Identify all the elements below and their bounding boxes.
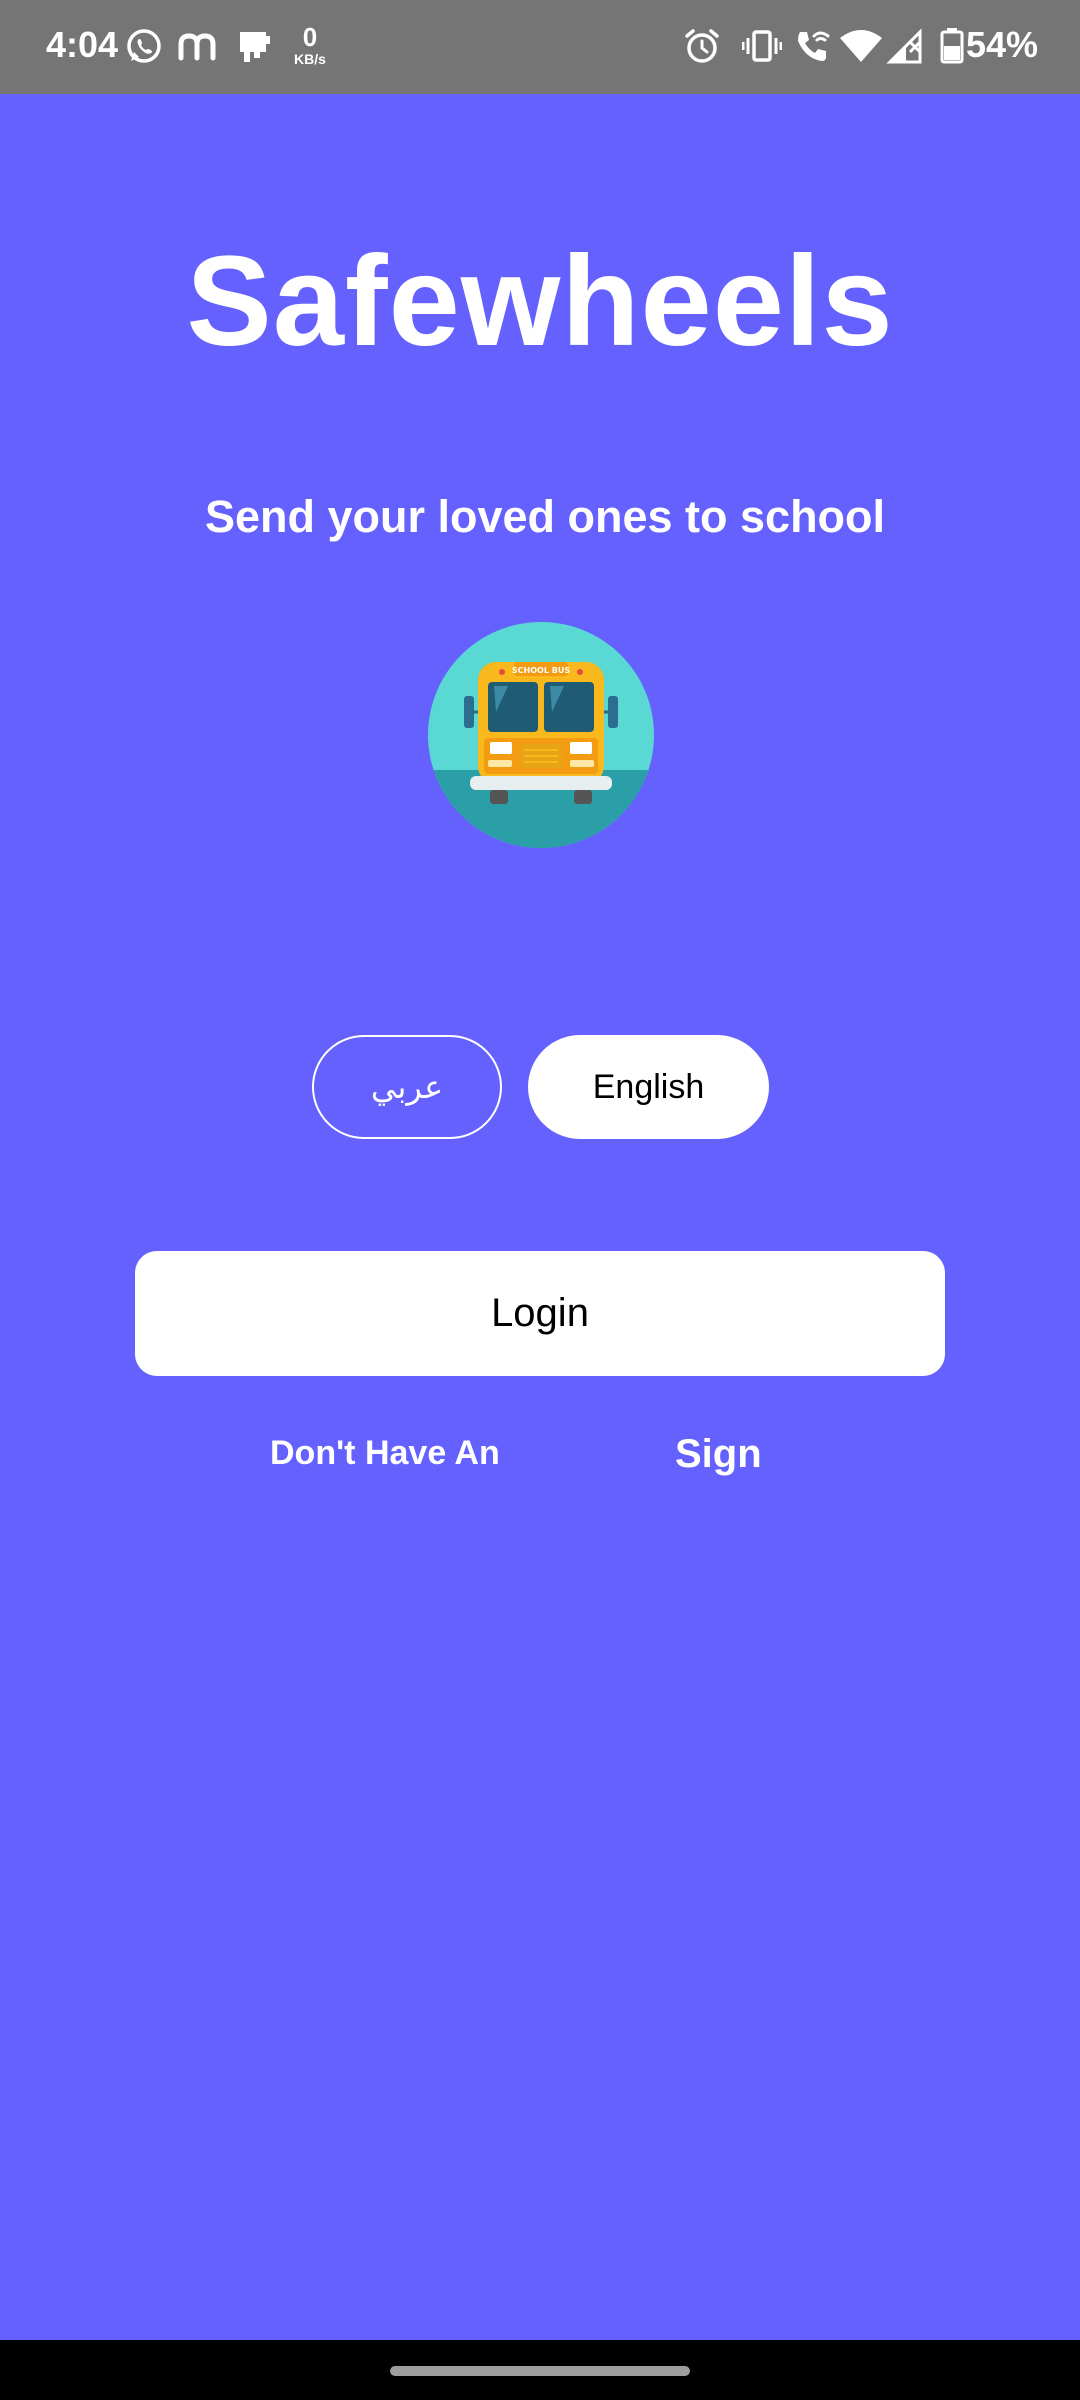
signal-icon: [886, 26, 926, 66]
vibrate-icon: [741, 26, 783, 66]
home-indicator[interactable]: [390, 2366, 690, 2376]
login-button[interactable]: Login: [135, 1251, 945, 1376]
sign-up-link[interactable]: Sign: [675, 1432, 762, 1477]
status-bar: 4:04 0 KB/s 54%: [0, 0, 1080, 94]
network-speed-unit: KB/s: [294, 51, 326, 67]
battery-icon: [938, 26, 966, 66]
language-arabic-button[interactable]: عربي: [312, 1035, 502, 1139]
app-tagline: Send your loved ones to school: [204, 491, 886, 542]
language-english-button[interactable]: English: [528, 1035, 769, 1139]
login-screen: 4:04 0 KB/s 54% Safewheels Send your lov…: [0, 0, 1080, 2400]
network-speed: 0 KB/s: [288, 24, 332, 66]
status-time: 4:04: [46, 24, 119, 65]
app-title: Safewheels: [186, 230, 894, 373]
network-speed-value: 0: [302, 22, 318, 52]
alarm-icon: [682, 26, 722, 66]
svg-text:SCHOOL BUS: SCHOOL BUS: [512, 666, 570, 675]
wifi-icon: [838, 26, 884, 66]
navigation-bar: [0, 2340, 1080, 2400]
sim-card-icon: [234, 26, 274, 66]
school-bus-icon: SCHOOL BUS: [428, 622, 654, 848]
battery-percentage: 54%: [966, 24, 1039, 65]
m-app-icon: [176, 26, 220, 66]
no-account-text: Don't Have An: [270, 1434, 500, 1472]
whatsapp-icon: [124, 26, 164, 66]
wifi-calling-icon: [792, 26, 832, 66]
